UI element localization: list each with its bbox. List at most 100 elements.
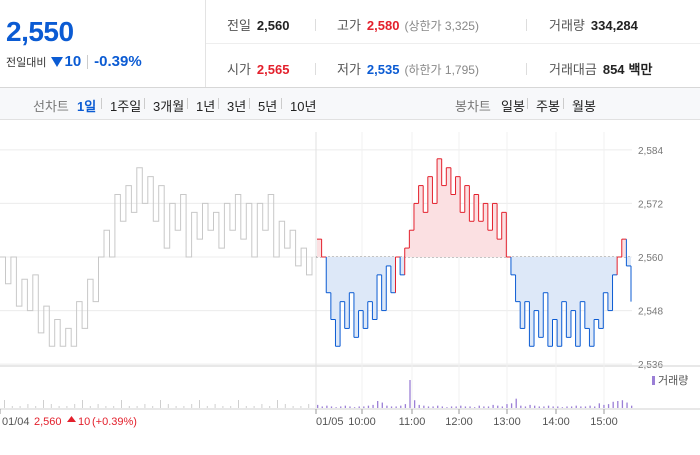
- volume-bar: [603, 404, 605, 408]
- volume-bar: [612, 401, 614, 408]
- y-tick-label: 2,584: [638, 146, 663, 157]
- prev-volume-bar: [261, 404, 263, 408]
- x-tick-label: 01/05: [316, 416, 344, 428]
- high-value: 2,580: [366, 18, 400, 33]
- x-tick-label: 10:00: [348, 416, 376, 428]
- candle-weekly[interactable]: 주봉: [536, 96, 560, 115]
- volume-bar: [584, 406, 587, 408]
- volume-bar: [594, 406, 596, 408]
- period-1d[interactable]: 1일: [77, 96, 96, 115]
- volume-bar: [404, 404, 407, 408]
- y-tick-label: 2,572: [638, 199, 663, 210]
- prev-volume-bar: [74, 404, 76, 408]
- amount-cell: 거래대금 854 백만: [549, 59, 652, 78]
- period-1w[interactable]: 1주일: [110, 96, 141, 115]
- volume-bar: [631, 405, 633, 408]
- candle-daily[interactable]: 일봉: [501, 96, 525, 115]
- volume-bar: [363, 406, 365, 408]
- prev-volume-bar: [167, 404, 169, 408]
- prev-volume-bar: [43, 400, 44, 408]
- volume-bar: [626, 402, 628, 408]
- prev-volume-bar: [222, 406, 224, 408]
- volume-bar: [372, 404, 374, 408]
- candle-monthly[interactable]: 월봉: [572, 96, 596, 115]
- period-3m[interactable]: 3개월: [153, 96, 184, 115]
- volume-bar: [524, 406, 527, 408]
- prev-volume-bar: [191, 404, 193, 408]
- prev-volume-bar: [230, 406, 232, 408]
- amount-unit: 백만: [628, 62, 653, 77]
- prev-volume-bar: [160, 400, 161, 408]
- open-value: 2,565: [256, 62, 290, 77]
- open-cell: 시가 2,565: [227, 59, 289, 78]
- volume-bar: [607, 404, 610, 408]
- volume-bar: [418, 404, 420, 408]
- volume-bar: [381, 402, 383, 408]
- row-divider: [206, 43, 700, 44]
- candle-chart-label: 봉차트: [455, 99, 491, 114]
- volume-bar: [409, 380, 411, 408]
- period-10y[interactable]: 10년: [290, 96, 316, 115]
- high-cell: 고가 2,580 (상한가 3,325): [337, 15, 479, 34]
- prev-volume-bar: [300, 406, 302, 408]
- divider: [218, 98, 219, 109]
- volume-bar: [353, 407, 356, 408]
- high-label: 고가: [337, 18, 361, 33]
- change-percent: -0.39%: [94, 53, 142, 70]
- volume-bar: [386, 405, 388, 408]
- prev-volume-bar: [27, 404, 29, 408]
- prev-volume-bar: [11, 406, 13, 408]
- volume-cell: 거래량 334,284: [549, 15, 638, 34]
- volume-bar: [510, 403, 513, 408]
- volume-bar: [543, 406, 545, 408]
- volume-bar: [575, 405, 577, 408]
- prev-volume-bar: [292, 406, 294, 408]
- up-triangle-icon: [67, 416, 76, 422]
- x-tick-label: 11:00: [399, 416, 426, 428]
- volume-bar: [427, 406, 430, 408]
- volume-bar: [349, 406, 351, 408]
- prev-volume-bar: [152, 406, 154, 408]
- volume-bar: [552, 406, 554, 408]
- volume-bar: [497, 405, 499, 408]
- prev-volume-bar: [144, 404, 146, 408]
- volume-bar: [446, 407, 448, 408]
- volume-bar: [460, 405, 462, 408]
- volume-bar: [515, 398, 517, 408]
- lower-limit: (하한가 1,795): [404, 63, 479, 77]
- period-1y[interactable]: 1년: [196, 96, 215, 115]
- period-3y[interactable]: 3년: [227, 96, 246, 115]
- divider: [315, 63, 316, 75]
- volume-bar: [413, 400, 416, 408]
- volume-bar: [367, 405, 370, 408]
- volume-bar: [487, 406, 490, 408]
- volume-bar: [589, 405, 591, 408]
- divider: [526, 63, 527, 75]
- change-label: 전일대비: [6, 56, 47, 69]
- prev-close-cell: 전일 2,560: [227, 15, 289, 34]
- stock-summary: 2,550 전일대비 10 -0.39% 전일 2,560 고가 2,580 (…: [0, 0, 700, 88]
- volume-bar: [358, 406, 360, 408]
- y-tick-label: 2,560: [638, 253, 663, 264]
- prev-volume-bar: [308, 404, 310, 408]
- divider: [144, 98, 145, 109]
- volume-bar: [344, 405, 347, 408]
- volume-bar: [538, 406, 540, 408]
- period-5y[interactable]: 5년: [258, 96, 277, 115]
- divider: [315, 19, 316, 31]
- volume-bar: [395, 406, 397, 408]
- low-label: 저가: [337, 62, 361, 77]
- current-price: 2,550: [6, 16, 74, 47]
- line-chart-label: 선차트: [33, 99, 69, 114]
- price-chart[interactable]: 2,584 2,572 2,560 2,548 2,536 01/04 2,560 10 (+0…: [0, 120, 700, 450]
- divider: [249, 98, 250, 109]
- prev-close-label: 전일: [227, 18, 251, 33]
- prev-day-change-pct: (+0.39%): [92, 416, 137, 428]
- volume-legend: 거래량: [652, 372, 688, 388]
- prev-volume-bar: [97, 404, 99, 408]
- divider: [527, 98, 528, 109]
- upper-limit: (상한가 3,325): [404, 19, 479, 33]
- volume-bar: [330, 406, 333, 408]
- prev-day-close-label: 2,560: [34, 416, 62, 428]
- volume-bar: [580, 406, 582, 408]
